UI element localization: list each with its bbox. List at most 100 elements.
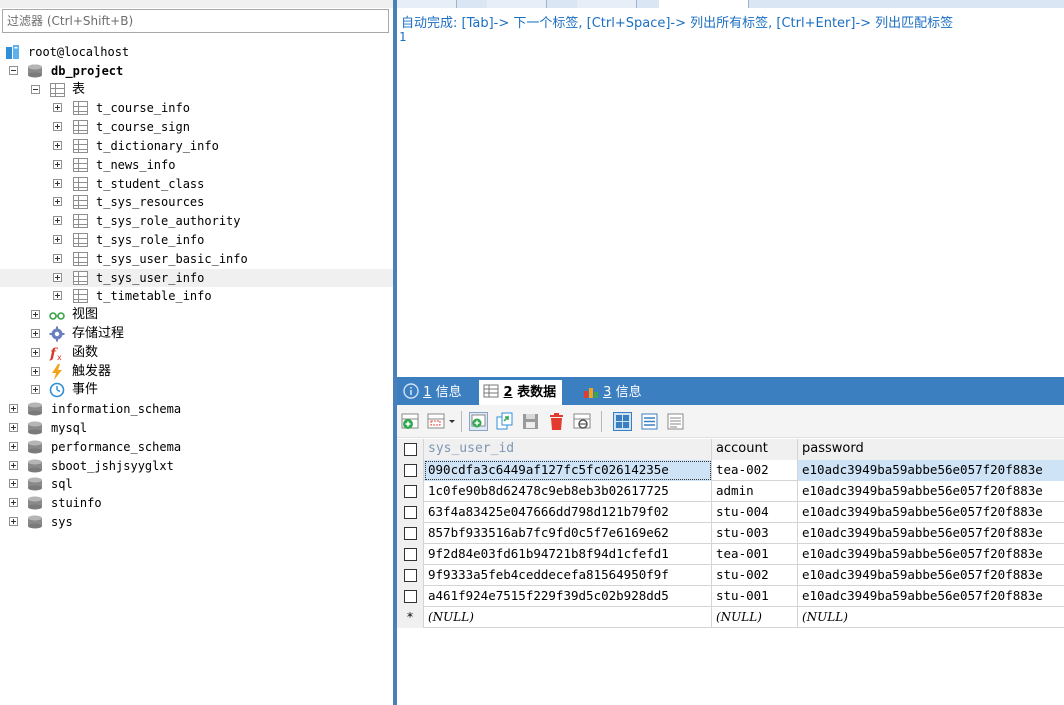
- tree-node-functions-folder[interactable]: f x 函数: [0, 344, 393, 363]
- cell-password[interactable]: e10adc3949ba59abbe56e057f20f883e: [798, 523, 1064, 544]
- query-tab[interactable]: [487, 0, 547, 8]
- tree-node-table[interactable]: t_student_class: [0, 175, 393, 194]
- row-select-cell[interactable]: [397, 586, 424, 607]
- expand-toggle[interactable]: [53, 197, 62, 207]
- tree-node-table[interactable]: t_course_info: [0, 99, 393, 118]
- tree-node-events-folder[interactable]: 事件: [0, 381, 393, 400]
- table-row[interactable]: 090cdfa3c6449af127fc5fc02614235e tea-002…: [397, 460, 1064, 481]
- tree-node-table[interactable]: t_sys_role_info: [0, 231, 393, 250]
- expand-toggle[interactable]: [31, 385, 40, 395]
- row-select-cell[interactable]: [397, 544, 424, 565]
- text-view-icon[interactable]: [666, 412, 685, 431]
- select-all-cell[interactable]: [397, 439, 424, 460]
- expand-toggle[interactable]: [9, 479, 18, 489]
- cell-sys-user-id[interactable]: 857bf933516ab7fc9fd0c5f7e6169e62: [424, 523, 712, 544]
- tree-node-triggers-folder[interactable]: 触发器: [0, 363, 393, 382]
- cell-null[interactable]: (NULL): [424, 607, 712, 628]
- duplicate-row-icon[interactable]: [495, 412, 514, 431]
- add-row-icon[interactable]: [469, 412, 488, 431]
- cell-account[interactable]: tea-002: [712, 460, 798, 481]
- cell-sys-user-id[interactable]: 090cdfa3c6449af127fc5fc02614235e: [424, 460, 712, 481]
- expand-toggle[interactable]: [53, 291, 62, 301]
- expand-toggle[interactable]: [31, 347, 40, 357]
- row-checkbox[interactable]: [403, 569, 417, 582]
- expand-toggle[interactable]: [53, 122, 62, 132]
- row-select-cell[interactable]: [397, 481, 424, 502]
- cell-password[interactable]: e10adc3949ba59abbe56e057f20f883e: [798, 502, 1064, 523]
- cell-password[interactable]: e10adc3949ba59abbe56e057f20f883e: [798, 544, 1064, 565]
- save-icon[interactable]: [521, 412, 540, 431]
- column-header-password[interactable]: password: [798, 439, 1064, 460]
- refresh-table-icon[interactable]: [573, 412, 592, 431]
- tab-table-data[interactable]: 2 表数据: [479, 380, 563, 405]
- query-tab-active[interactable]: [659, 0, 749, 8]
- row-checkbox[interactable]: [403, 506, 417, 519]
- tab-messages[interactable]: 1 信息: [403, 380, 462, 405]
- table-row[interactable]: a461f924e7515f229f39d5c02b928dd5 stu-001…: [397, 586, 1064, 607]
- expand-toggle[interactable]: [9, 460, 18, 470]
- cell-password[interactable]: e10adc3949ba59abbe56e057f20f883e: [798, 460, 1064, 481]
- query-tab[interactable]: [397, 0, 457, 8]
- row-checkbox[interactable]: [403, 590, 417, 603]
- insert-row-icon[interactable]: [401, 412, 420, 431]
- tree-node-database[interactable]: performance_schema: [0, 438, 393, 457]
- cell-account[interactable]: stu-003: [712, 523, 798, 544]
- expand-toggle[interactable]: [53, 103, 62, 113]
- expand-toggle[interactable]: [31, 366, 40, 376]
- row-checkbox[interactable]: [403, 527, 417, 540]
- tree-node-connection[interactable]: root@localhost: [0, 43, 393, 62]
- cell-sys-user-id[interactable]: 63f4a83425e047666dd798d121b79f02: [424, 502, 712, 523]
- expand-toggle[interactable]: [53, 159, 62, 169]
- tree-node-table-selected[interactable]: t_sys_user_info: [0, 268, 393, 288]
- tree-node-table[interactable]: t_course_sign: [0, 118, 393, 137]
- expand-toggle[interactable]: [53, 140, 62, 150]
- table-row[interactable]: 1c0fe90b8d62478c9eb8eb3b02617725 admin e…: [397, 481, 1064, 502]
- cell-sys-user-id[interactable]: 1c0fe90b8d62478c9eb8eb3b02617725: [424, 481, 712, 502]
- expand-toggle[interactable]: [31, 310, 40, 320]
- column-header-sys-user-id[interactable]: sys_user_id: [424, 439, 712, 460]
- delete-icon[interactable]: [547, 412, 566, 431]
- query-tab[interactable]: [577, 0, 637, 8]
- cell-password[interactable]: e10adc3949ba59abbe56e057f20f883e: [798, 481, 1064, 502]
- tree-node-table[interactable]: t_sys_role_authority: [0, 212, 393, 231]
- tree-node-database[interactable]: stuinfo: [0, 494, 393, 513]
- tree-node-database[interactable]: sboot_jshjsyyglxt: [0, 457, 393, 476]
- row-checkbox[interactable]: [403, 464, 417, 477]
- cell-account[interactable]: admin: [712, 481, 798, 502]
- expand-toggle[interactable]: [53, 272, 62, 282]
- expand-toggle[interactable]: [9, 516, 18, 526]
- filter-rows-icon[interactable]: [427, 412, 446, 431]
- expand-toggle[interactable]: [31, 328, 40, 338]
- table-row[interactable]: 63f4a83425e047666dd798d121b79f02 stu-004…: [397, 502, 1064, 523]
- cell-account[interactable]: tea-001: [712, 544, 798, 565]
- tree-node-table[interactable]: t_sys_user_basic_info: [0, 250, 393, 269]
- grid-view-icon[interactable]: [613, 412, 632, 431]
- cell-account[interactable]: stu-004: [712, 502, 798, 523]
- tree-node-table[interactable]: t_sys_resources: [0, 193, 393, 212]
- filter-input[interactable]: [2, 9, 389, 33]
- tree-node-database[interactable]: mysql: [0, 419, 393, 438]
- expand-toggle[interactable]: [53, 178, 62, 188]
- expand-toggle[interactable]: [53, 216, 62, 226]
- table-row[interactable]: 857bf933516ab7fc9fd0c5f7e6169e62 stu-003…: [397, 523, 1064, 544]
- table-row[interactable]: 9f2d84e03fd61b94721b8f94d1cfefd1 tea-001…: [397, 544, 1064, 565]
- expand-toggle[interactable]: [9, 404, 18, 414]
- column-header-account[interactable]: account: [712, 439, 798, 460]
- tab-info[interactable]: 3 信息: [583, 380, 642, 405]
- cell-password[interactable]: e10adc3949ba59abbe56e057f20f883e: [798, 565, 1064, 586]
- cell-null[interactable]: (NULL): [798, 607, 1064, 628]
- cell-account[interactable]: stu-001: [712, 586, 798, 607]
- row-select-cell[interactable]: [397, 523, 424, 544]
- expand-toggle[interactable]: [9, 441, 18, 451]
- table-row[interactable]: 9f9333a5feb4ceddecefa81564950f9f stu-002…: [397, 565, 1064, 586]
- tree-node-table[interactable]: t_timetable_info: [0, 287, 393, 306]
- select-all-checkbox[interactable]: [403, 443, 417, 456]
- row-select-cell[interactable]: [397, 460, 424, 481]
- expand-toggle[interactable]: [9, 498, 18, 508]
- dropdown-arrow-icon[interactable]: [447, 412, 457, 431]
- tree-node-database[interactable]: db_project: [0, 62, 393, 81]
- cell-sys-user-id[interactable]: 9f2d84e03fd61b94721b8f94d1cfefd1: [424, 544, 712, 565]
- tree-node-views-folder[interactable]: 视图: [0, 306, 393, 325]
- cell-account[interactable]: stu-002: [712, 565, 798, 586]
- form-view-icon[interactable]: [640, 412, 659, 431]
